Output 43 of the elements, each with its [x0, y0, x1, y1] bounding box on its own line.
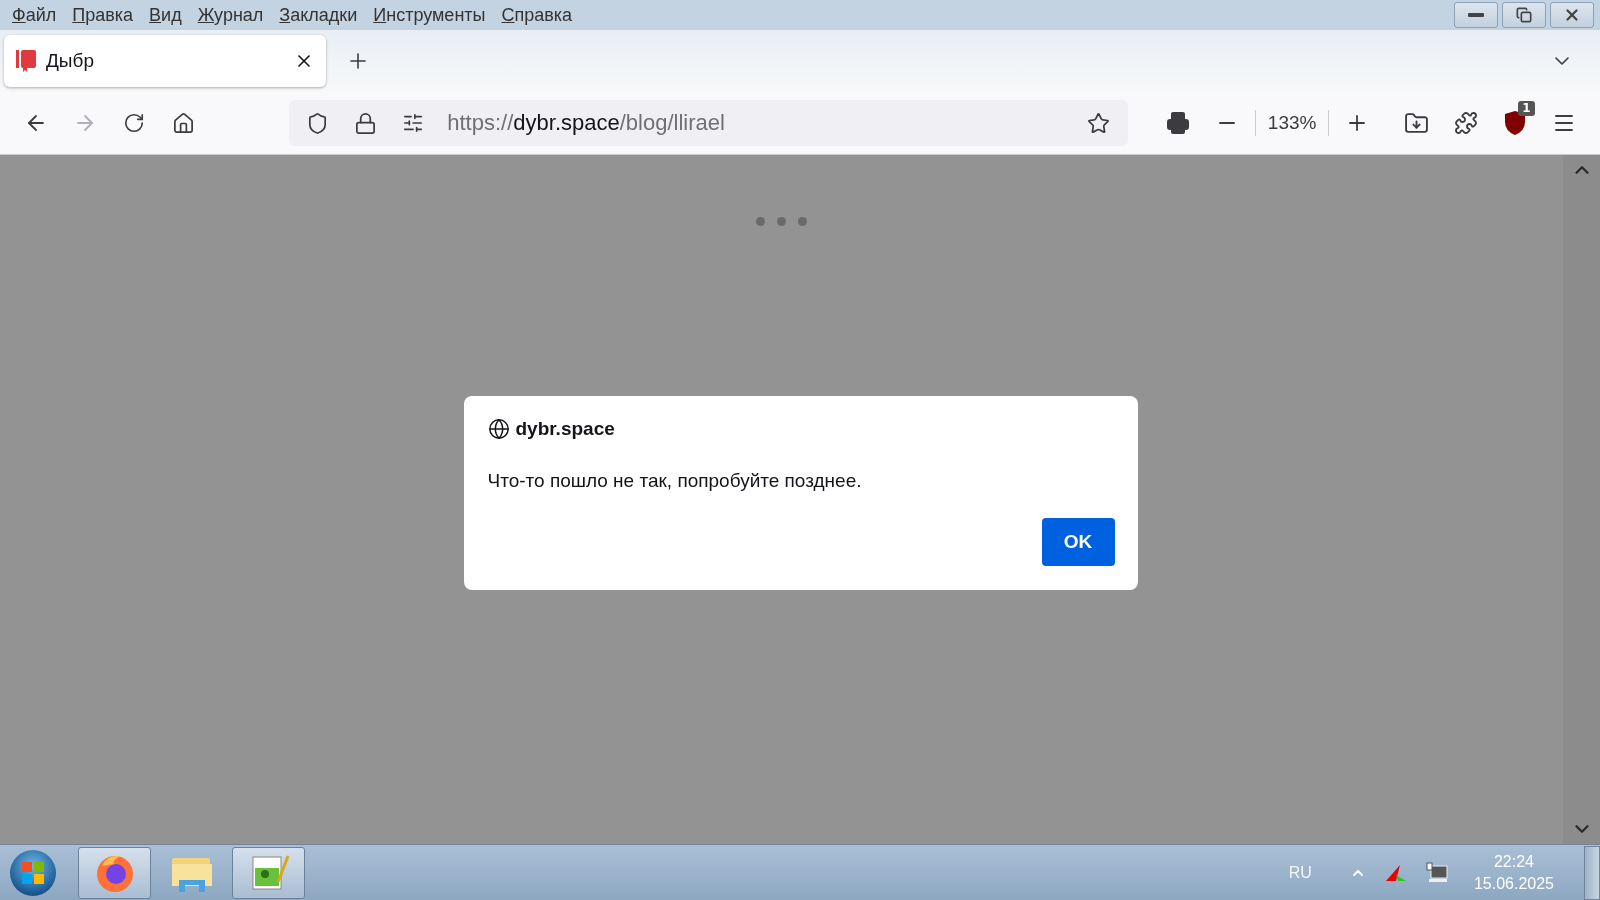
dialog-message: Что-то пошло не так, попробуйте позднее. — [487, 470, 863, 492]
sliders-icon[interactable] — [402, 112, 425, 134]
close-button[interactable] — [1550, 2, 1594, 28]
shield-icon[interactable] — [1504, 110, 1526, 136]
ok-button[interactable]: OK — [1041, 518, 1115, 566]
dialog-title: dybr.space — [515, 418, 615, 440]
book-icon — [16, 50, 36, 72]
loading-indicator — [756, 217, 807, 226]
network-icon[interactable] — [1425, 861, 1448, 884]
reload-icon[interactable] — [123, 112, 146, 134]
lock-icon[interactable] — [353, 111, 377, 135]
globe-icon — [487, 418, 510, 440]
tab-title: Дыбр — [46, 50, 95, 72]
menu-item[interactable]: Вид — [141, 4, 190, 26]
browser-tab[interactable]: Дыбр — [4, 35, 326, 87]
notification-badge: 1 — [1518, 101, 1535, 116]
taskbar-button[interactable] — [232, 846, 305, 899]
close-icon — [1563, 6, 1581, 24]
menu-item[interactable]: Файл — [4, 4, 65, 26]
date-text: 15.06.2025 — [1473, 873, 1554, 894]
show-desktop-button[interactable] — [1584, 845, 1600, 900]
zoom-level[interactable]: 133% — [1254, 110, 1330, 136]
url-text[interactable]: https://dybr.space/blog/llirael — [447, 110, 1073, 136]
minimize-button[interactable] — [1454, 2, 1498, 28]
minimize-icon — [1468, 13, 1484, 17]
menu-item[interactable]: Журнал — [189, 4, 272, 26]
restore-icon — [1516, 7, 1532, 23]
home-icon[interactable] — [172, 111, 196, 135]
folder-download-icon[interactable] — [1403, 110, 1429, 136]
scrollbar[interactable] — [1563, 155, 1600, 844]
taskbar-button[interactable] — [78, 846, 151, 899]
address-bar[interactable]: https://dybr.space/blog/llirael — [289, 100, 1129, 146]
windows-logo-icon — [21, 860, 45, 885]
star-icon[interactable] — [1086, 111, 1110, 135]
time-text: 22:24 — [1493, 851, 1534, 872]
restore-button[interactable] — [1502, 2, 1546, 28]
menu-item[interactable]: Справка — [493, 4, 581, 26]
puzzle-icon[interactable] — [1453, 111, 1478, 135]
menu-item[interactable]: Закладки — [271, 4, 366, 26]
start-button[interactable] — [10, 849, 56, 896]
menu-item[interactable]: Правка — [64, 4, 142, 26]
menu-item[interactable]: Инструменты — [365, 4, 494, 26]
printer-icon[interactable] — [1165, 111, 1190, 135]
